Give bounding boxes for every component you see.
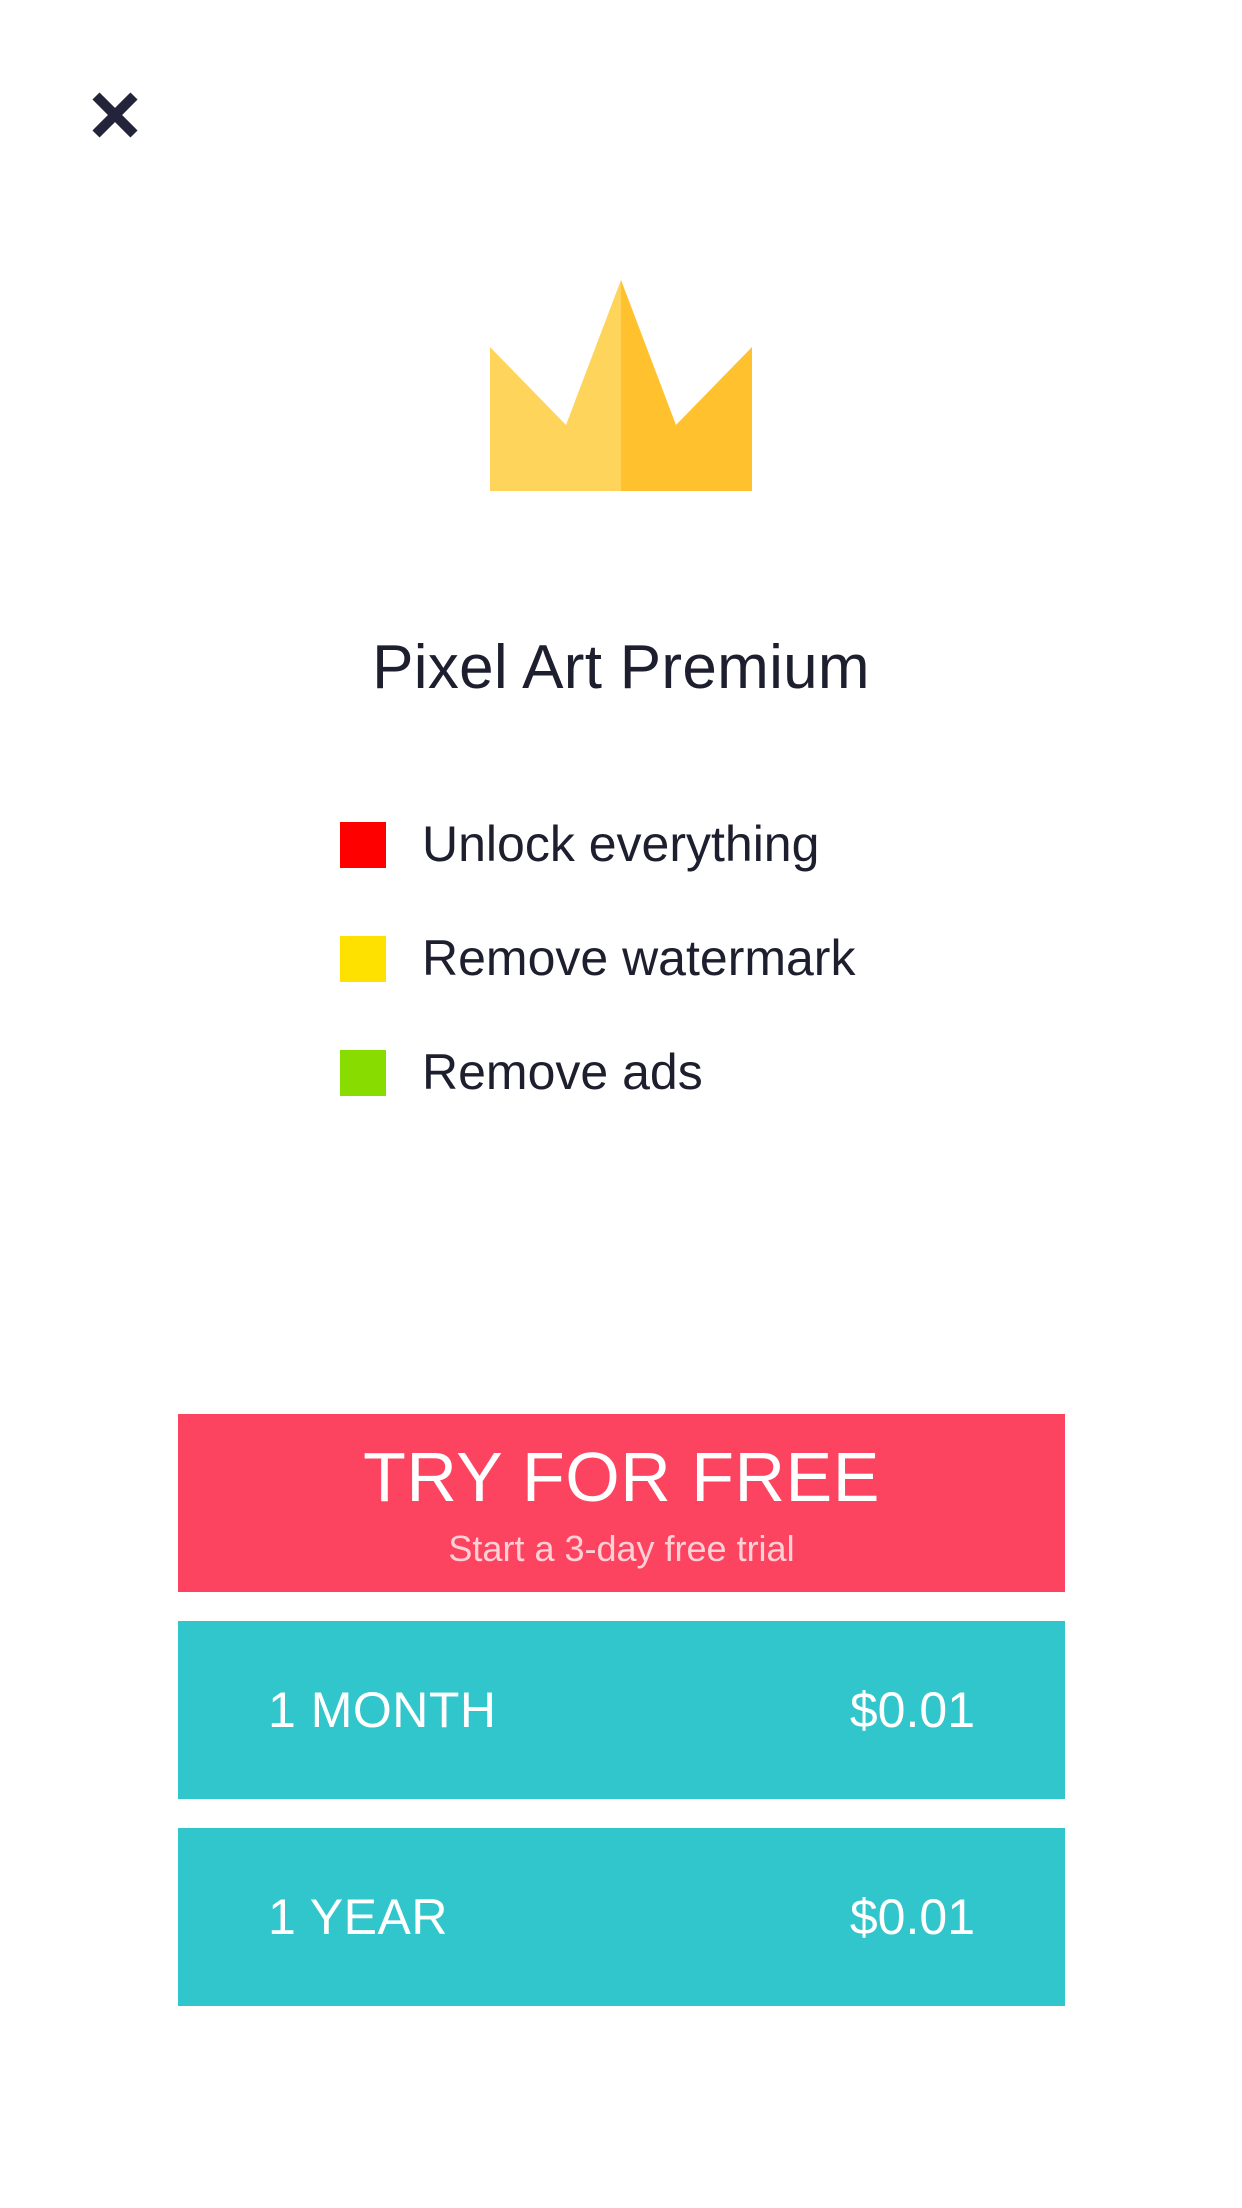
trial-title: TRY FOR FREE [363, 1438, 880, 1516]
feature-item-remove-ads: Remove ads [340, 1024, 855, 1138]
crown-right-half [621, 280, 752, 491]
plan-year-button[interactable]: 1 YEAR $0.01 [178, 1828, 1065, 2006]
yellow-square-icon [340, 936, 386, 982]
page-title: Pixel Art Premium [372, 633, 870, 702]
feature-label: Unlock everything [422, 816, 820, 872]
plan-name: 1 MONTH [268, 1682, 497, 1738]
crown-icon [490, 280, 752, 491]
plan-price: $0.01 [849, 1889, 975, 1945]
plan-price: $0.01 [849, 1682, 975, 1738]
premium-screen: { "header": { "close_icon": "close-icon"… [0, 0, 1242, 2208]
trial-subtitle: Start a 3-day free trial [448, 1528, 795, 1569]
feature-list: Unlock everything Remove watermark Remov… [340, 796, 855, 1138]
feature-item-unlock-everything: Unlock everything [340, 796, 855, 910]
feature-label: Remove ads [422, 1044, 703, 1100]
feature-label: Remove watermark [422, 930, 856, 986]
plan-name: 1 YEAR [268, 1889, 448, 1945]
try-for-free-button[interactable]: TRY FOR FREE Start a 3-day free trial [178, 1414, 1065, 1592]
close-icon[interactable] [84, 84, 146, 146]
green-square-icon [340, 1050, 386, 1096]
close-button[interactable] [84, 84, 146, 146]
plan-month-button[interactable]: 1 MONTH $0.01 [178, 1621, 1065, 1799]
crown-left-half [490, 280, 621, 491]
red-square-icon [340, 822, 386, 868]
feature-item-remove-watermark: Remove watermark [340, 910, 855, 1024]
